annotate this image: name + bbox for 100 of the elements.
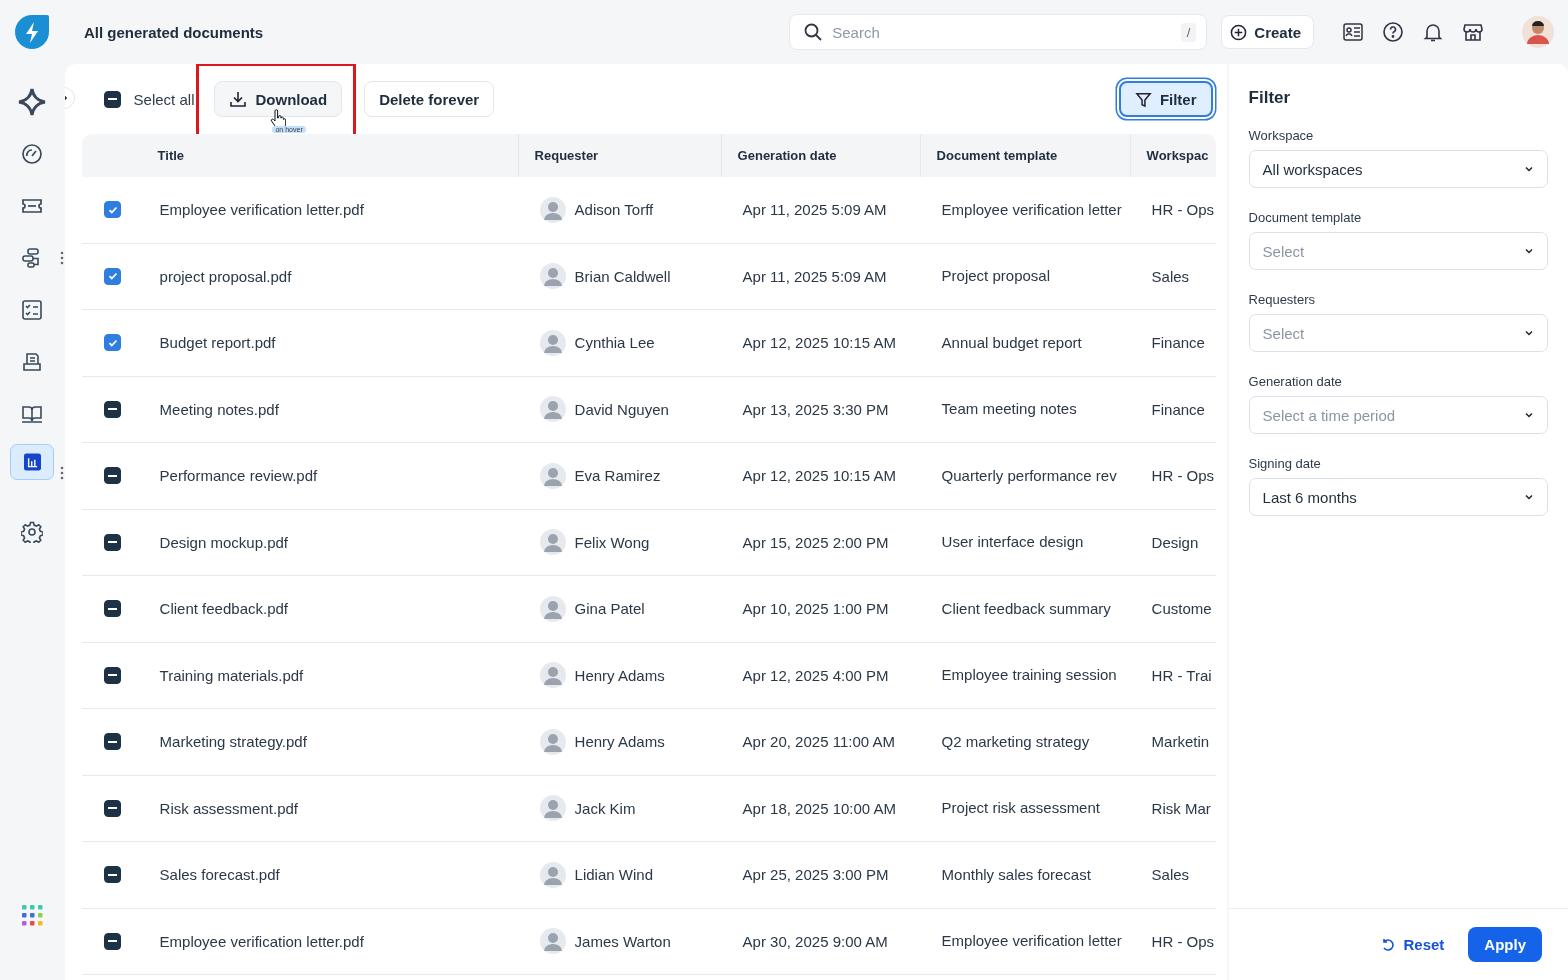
row-checkbox[interactable]: [104, 533, 122, 551]
table-cell-text: Risk Mar: [1150, 799, 1212, 817]
avatar-icon: [539, 462, 566, 489]
book-icon: [21, 403, 44, 425]
sparkle-icon: [18, 88, 47, 116]
filter-panel-title: Filter: [1248, 88, 1292, 108]
page-title: All generated documents: [84, 23, 265, 41]
table-cell-text: Risk assessment.pdf: [158, 799, 299, 817]
table-cell: Cynthia Lee: [574, 334, 655, 352]
delete-forever-button[interactable]: Delete forever: [364, 81, 495, 117]
table-cell-text: Sales: [1150, 866, 1191, 884]
table-cell: Felix Wong: [574, 533, 650, 551]
more-icon[interactable]: [60, 251, 65, 265]
hand-cursor-icon: [270, 109, 287, 129]
gauge-icon: [21, 143, 44, 165]
table-cell-text: Client feedback summary: [940, 598, 1112, 619]
avatar-icon: [539, 728, 566, 755]
search-icon: [804, 23, 823, 41]
table-cell-text: Finance: [1150, 400, 1206, 418]
table-cell: Eva Ramirez: [574, 467, 661, 485]
table-cell-text: Design: [1150, 533, 1200, 551]
bar-chart-icon: [24, 451, 42, 473]
table-cell-text: Apr 12, 2025 10:15 AM: [741, 334, 898, 352]
app-logo-icon[interactable]: [14, 14, 50, 50]
more-icon[interactable]: [60, 466, 65, 480]
column-header[interactable]: Document template: [919, 134, 1130, 177]
row-checkbox[interactable]: [104, 799, 122, 817]
checklist-icon: [21, 299, 44, 321]
avatar-icon: [539, 928, 566, 955]
filter-icon: [1134, 90, 1152, 108]
field-label: Workspace: [1248, 128, 1315, 143]
dropdown-field[interactable]: Last 6 months: [1248, 478, 1548, 516]
table-cell-text: Performance review.pdf: [158, 467, 319, 485]
table-cell-text: Employee verification letter: [940, 931, 1123, 952]
table-cell-text: Annual budget report: [940, 332, 1083, 353]
store-icon[interactable]: [1462, 21, 1484, 43]
download-button[interactable]: Download: [214, 81, 343, 117]
notification-bell-icon[interactable]: [1422, 21, 1444, 43]
table-cell-text: Sales: [1150, 267, 1191, 285]
table-cell-text: Employee verification letter: [940, 199, 1123, 220]
row-checkbox[interactable]: [104, 334, 122, 352]
download-icon: [229, 90, 248, 108]
table-cell-text: Quarterly performance rev: [940, 465, 1118, 486]
app-grid-icon[interactable]: [21, 904, 44, 926]
avatar-icon: [539, 196, 566, 223]
table-cell-text: HR - Ops: [1150, 201, 1216, 219]
row-checkbox[interactable]: [104, 267, 122, 285]
table-cell: Henry Adams: [574, 666, 665, 684]
table-cell-text: HR - Ops: [1150, 467, 1216, 485]
row-checkbox[interactable]: [104, 932, 122, 950]
column-header[interactable]: Workspac: [1129, 134, 1216, 177]
filter-button[interactable]: Filter: [1118, 81, 1213, 117]
table-cell-text: Apr 12, 2025 4:00 PM: [741, 666, 890, 684]
row-checkbox[interactable]: [104, 733, 122, 751]
help-icon[interactable]: [1382, 21, 1404, 43]
table-cell-text: Apr 11, 2025 5:09 AM: [741, 201, 888, 219]
avatar-icon: [539, 662, 566, 689]
table-cell: David Nguyen: [574, 400, 669, 418]
row-checkbox[interactable]: [104, 600, 122, 618]
contacts-icon[interactable]: [1342, 21, 1364, 43]
table-cell-text: Client feedback.pdf: [158, 600, 289, 618]
sidebar-item[interactable]: [10, 444, 55, 480]
row-checkbox[interactable]: [104, 201, 122, 219]
table-cell-text: Apr 11, 2025 5:09 AM: [741, 267, 888, 285]
table-cell-text: Apr 25, 2025 3:00 PM: [741, 866, 890, 884]
field-label: Document template: [1248, 210, 1363, 225]
table-cell-text: Q2 marketing strategy: [940, 731, 1091, 752]
column-header[interactable]: Title: [141, 134, 518, 177]
apply-button[interactable]: Apply: [1468, 927, 1542, 962]
field-label: Generation date: [1248, 374, 1343, 389]
column-header[interactable]: Requester: [517, 134, 721, 177]
reset-button[interactable]: Reset: [1375, 935, 1451, 954]
select-all-checkbox[interactable]: Select all: [103, 90, 195, 108]
table-cell-text: Training materials.pdf: [158, 666, 305, 684]
table-cell-text: Monthly sales forecast: [940, 864, 1092, 885]
document-tray-icon: [21, 351, 44, 373]
field-label: Signing date: [1248, 456, 1322, 471]
row-checkbox[interactable]: [104, 400, 122, 418]
user-avatar[interactable]: [1522, 16, 1554, 48]
dropdown-field[interactable]: All workspaces: [1248, 150, 1548, 188]
table-cell-text: Design mockup.pdf: [158, 533, 289, 551]
table-cell: Gina Patel: [574, 600, 645, 618]
avatar-icon: [539, 795, 566, 822]
create-button[interactable]: Create: [1221, 15, 1314, 49]
table-cell-text: Project proposal: [940, 266, 1051, 287]
row-checkbox[interactable]: [104, 666, 122, 684]
table-cell-text: Employee verification letter.pdf: [158, 201, 365, 219]
column-header[interactable]: Generation date: [720, 134, 920, 177]
table-cell: James Warton: [574, 932, 671, 950]
table-cell-text: Apr 10, 2025 1:00 PM: [741, 600, 890, 618]
table-cell: Adison Torff: [574, 201, 654, 219]
avatar-icon: [539, 329, 566, 356]
row-checkbox[interactable]: [104, 866, 122, 884]
table-cell-text: Team meeting notes: [940, 399, 1078, 420]
avatar-icon: [539, 595, 566, 622]
table-cell-text: Finance: [1150, 334, 1206, 352]
shortcut-key: /: [1180, 22, 1197, 42]
search-field[interactable]: Search /: [789, 14, 1208, 50]
avatar-icon: [539, 263, 566, 290]
row-checkbox[interactable]: [104, 467, 122, 485]
